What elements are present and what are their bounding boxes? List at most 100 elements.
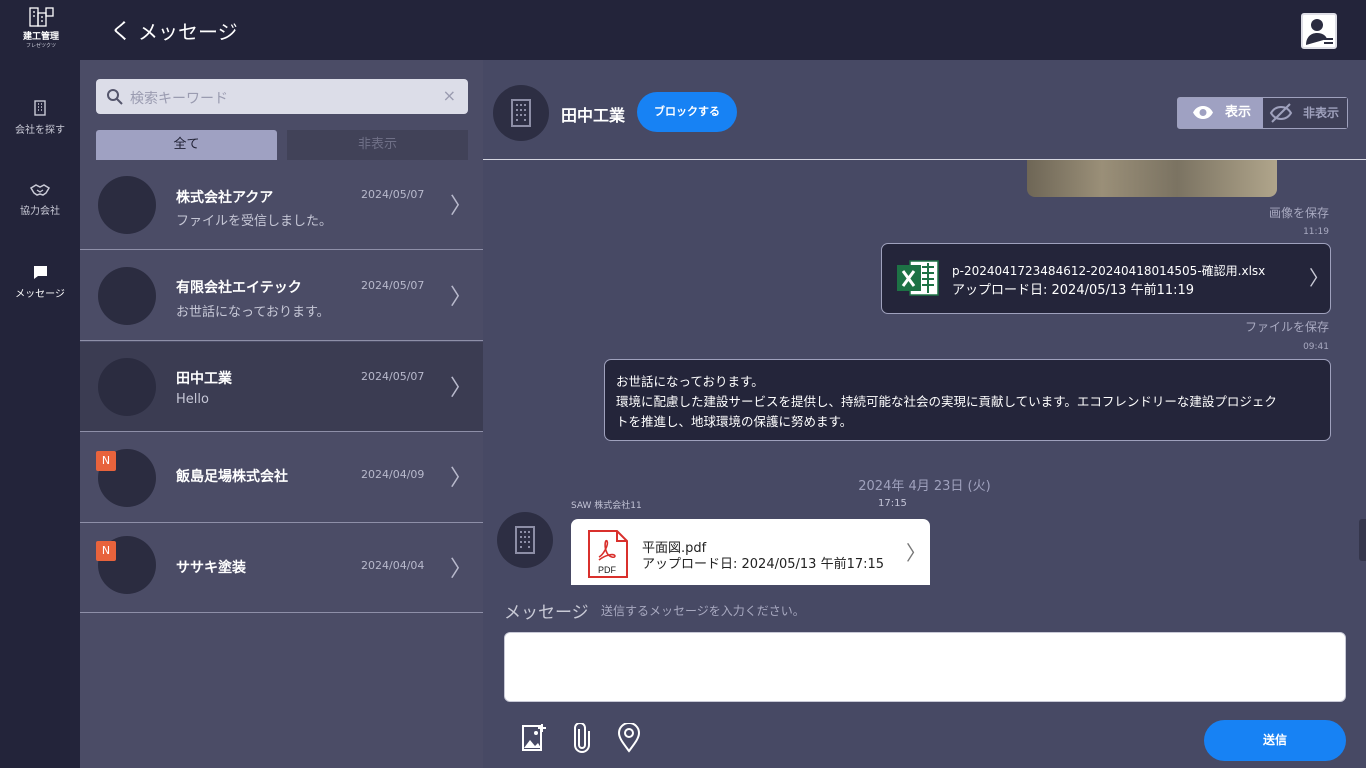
top-bar: 建工管理 フレゼツクツ く メッセージ <box>0 0 1366 60</box>
location-pin-icon <box>617 722 641 753</box>
chevron-right-icon: 〉 <box>450 557 473 582</box>
attach-image-button[interactable] <box>521 723 547 753</box>
logo-subtext: フレゼツクツ <box>25 43 56 49</box>
user-icon <box>1306 19 1333 45</box>
show-toggle-button[interactable]: 表示 <box>1178 98 1263 128</box>
paperclip-icon <box>574 722 590 753</box>
page-title: メッセージ <box>138 20 238 44</box>
chevron-right-icon: 〉 <box>450 376 473 401</box>
logo-icon <box>29 7 54 27</box>
pdf-label: PDF <box>598 565 617 575</box>
compose-hint: 送信するメッセージを入力ください。 <box>601 604 805 618</box>
building-icon <box>515 526 535 554</box>
sender-name: SAW 株式会社11 <box>571 501 642 511</box>
message-line: 環境に配慮した建設サービスを提供し、持続可能な社会の実現に貢献しています。エコフ… <box>616 394 1277 409</box>
logo-text: 建工管理 <box>22 32 59 42</box>
conversation-name: 株式会社アクア <box>176 190 274 206</box>
attach-file-button[interactable] <box>571 722 597 753</box>
chevron-right-icon: 〉 <box>450 194 473 219</box>
save-image-link[interactable]: 画像を保存 <box>1183 204 1329 221</box>
nav-label-messages: メッセージ <box>15 289 65 300</box>
file-upload-date: アップロード日: 2024/05/13 午前17:15 <box>642 557 885 572</box>
nav-label-partners: 協力会社 <box>20 206 60 217</box>
new-badge: N <box>96 541 116 561</box>
conversation-name: 有限会社エイテック <box>176 280 302 296</box>
profile-button[interactable] <box>1301 13 1337 49</box>
visibility-toggle: 表示 非表示 <box>1177 97 1348 129</box>
conversation-item-sasaki[interactable]: N ササキ塗装 2024/04/04 〉 <box>80 523 483 613</box>
back-button[interactable]: く <box>110 14 132 46</box>
nav-item-partners[interactable]: 協力会社 <box>0 183 80 217</box>
conversation-date: 2024/05/07 <box>361 370 425 383</box>
pdf-file-icon: PDF <box>588 530 628 578</box>
nav-label-find-company: 会社を探す <box>15 125 65 136</box>
send-button[interactable]: 送信 <box>1204 720 1346 761</box>
new-badge: N <box>96 451 116 471</box>
search-icon <box>107 89 123 105</box>
hide-label: 非表示 <box>1302 106 1339 120</box>
chat-company-name: 田中工業 <box>561 106 626 125</box>
nav-item-messages[interactable]: メッセージ <box>0 265 80 300</box>
chat-header: 田中工業 ブロックする 表示 非表示 <box>483 60 1366 160</box>
excel-file-icon <box>897 260 939 296</box>
eye-off-icon <box>1269 103 1293 123</box>
company-avatar <box>493 85 549 141</box>
conversation-name: ササキ塗装 <box>176 560 246 576</box>
block-button[interactable]: ブロックする <box>637 92 737 132</box>
chat-icon <box>33 266 47 279</box>
conversation-preview: Hello <box>176 392 209 407</box>
conversation-date: 2024/05/07 <box>361 188 425 201</box>
app-logo[interactable]: 建工管理 フレゼツクツ <box>18 6 64 54</box>
building-icon <box>34 100 46 116</box>
search-placeholder: 検索キーワード <box>130 91 228 107</box>
chevron-right-icon: 〉 <box>450 466 473 491</box>
conversation-date: 2024/05/07 <box>361 279 425 292</box>
avatar <box>98 176 156 234</box>
tab-hidden[interactable]: 非表示 <box>287 130 468 160</box>
chat-panel: 田中工業 ブロックする 表示 非表示 画像を保存 11:19 p-2024041… <box>483 60 1366 768</box>
conversation-preview: お世話になっております。 <box>176 305 330 320</box>
message-time: 11:19 <box>1303 227 1329 237</box>
image-upload-icon <box>522 724 546 751</box>
conversation-item-iijima[interactable]: N 飯島足場株式会社 2024/04/09 〉 <box>80 433 483 523</box>
conversation-date: 2024/04/04 <box>361 559 425 572</box>
file-message-pdf[interactable]: PDF 平面図.pdf アップロード日: 2024/05/13 午前17:15 … <box>571 519 930 585</box>
message-line: トを推進し、地球環境の保護に努めます。 <box>616 414 853 429</box>
side-nav: 会社を探す 協力会社 メッセージ <box>0 60 80 768</box>
share-location-button[interactable] <box>617 722 643 753</box>
scroll-handle[interactable] <box>1359 519 1366 561</box>
conversation-preview: ファイルを受信しました。 <box>176 214 333 229</box>
conversation-name: 田中工業 <box>176 371 232 387</box>
conversation-item-tanaka[interactable]: 田中工業 Hello 2024/05/07 〉 <box>80 342 483 432</box>
conversation-date: 2024/04/09 <box>361 468 425 481</box>
message-input[interactable] <box>504 632 1346 702</box>
conversation-item-atec[interactable]: 有限会社エイテック お世話になっております。 2024/05/07 〉 <box>80 251 483 341</box>
text-message: お世話になっております。 環境に配慮した建設サービスを提供し、持続可能な社会の実… <box>604 359 1331 441</box>
compose-label: メッセージ <box>504 603 589 623</box>
message-time: 09:41 <box>1303 342 1329 352</box>
eye-icon <box>1193 106 1213 119</box>
show-label: 表示 <box>1224 105 1251 120</box>
file-message-xlsx[interactable]: p-2024041723484612-20240418014505-確認用.xl… <box>881 243 1331 314</box>
file-upload-date: アップロード日: 2024/05/13 午前11:19 <box>952 283 1195 298</box>
message-time: 17:15 <box>878 498 907 509</box>
search-input[interactable]: 検索キーワード × <box>96 79 468 114</box>
handshake-icon <box>29 184 51 196</box>
avatar <box>98 267 156 325</box>
avatar <box>98 358 156 416</box>
save-file-link[interactable]: ファイルを保存 <box>1183 318 1329 335</box>
message-line: お世話になっております。 <box>616 374 764 389</box>
chevron-right-icon: 〉 <box>906 541 926 565</box>
tab-all[interactable]: 全て <box>96 130 277 160</box>
date-separator: 2024年 4月 23日 (火) <box>858 479 991 494</box>
image-message[interactable] <box>1027 160 1277 197</box>
nav-item-find-company[interactable]: 会社を探す <box>0 100 80 136</box>
clear-search-icon[interactable]: × <box>443 86 456 105</box>
conversation-name: 飯島足場株式会社 <box>176 469 288 485</box>
chevron-right-icon: 〉 <box>1309 266 1329 290</box>
conversation-item-aqua[interactable]: 株式会社アクア ファイルを受信しました。 2024/05/07 〉 <box>80 160 483 250</box>
chevron-right-icon: 〉 <box>450 285 473 310</box>
conversation-list-panel: 検索キーワード × 全て 非表示 株式会社アクア ファイルを受信しました。 20… <box>80 60 483 768</box>
building-icon <box>511 99 531 127</box>
hide-toggle-button[interactable]: 非表示 <box>1263 98 1347 128</box>
